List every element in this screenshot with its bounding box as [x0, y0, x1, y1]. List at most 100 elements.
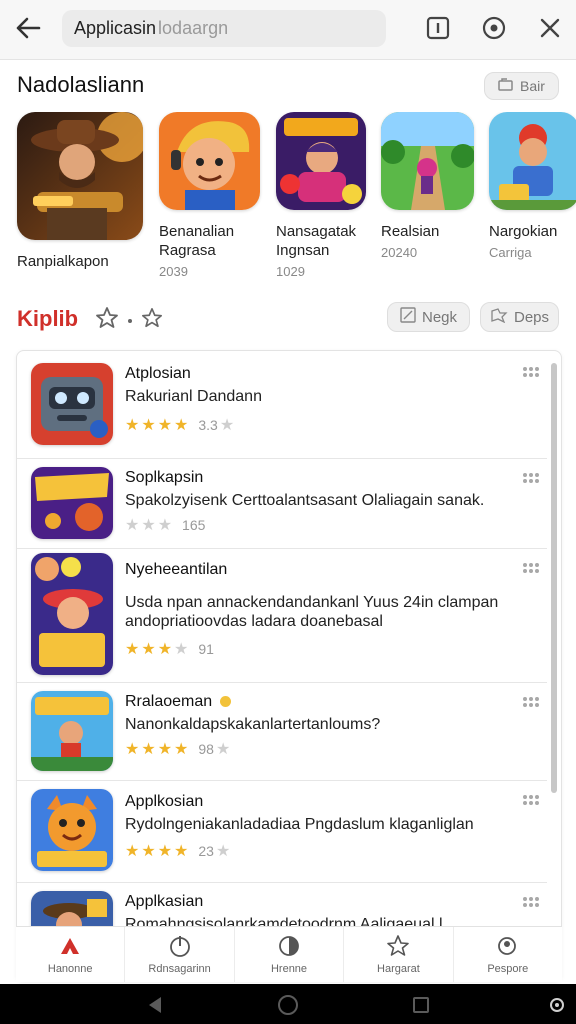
app-rating: ★ ★ ★ ★ 23 ★: [125, 841, 230, 861]
more-options-icon[interactable]: [523, 795, 543, 809]
star-empty-icon: ★: [215, 741, 231, 758]
play-store-screen: Applicasin lodaargn Nadolasliann Bair Ra…: [0, 0, 576, 1024]
app-title: Rralaoeman: [125, 693, 213, 710]
tab-apps[interactable]: Hrenne: [235, 927, 345, 982]
more-options-icon[interactable]: [523, 473, 543, 487]
featured-app-card[interactable]: Nargokian Carriga: [489, 112, 576, 260]
nav-home-icon[interactable]: [275, 992, 301, 1018]
search-input[interactable]: Applicasin lodaargn: [62, 10, 386, 47]
tab-label: Hargarat: [377, 963, 420, 975]
tab-games[interactable]: Rdnsagarinn: [125, 927, 235, 982]
star-filled-icon: ★: [125, 417, 140, 434]
filter-button-negk[interactable]: Negk: [387, 302, 470, 332]
rating-value: 3.3: [198, 417, 218, 433]
android-navigation-bar: [0, 984, 576, 1024]
app-rating: ★ ★ ★ ★ 91: [125, 639, 214, 659]
app-rating: ★ ★ ★ 165: [125, 515, 205, 535]
close-icon[interactable]: [530, 10, 570, 46]
hero-boy-icon: [159, 112, 260, 210]
arcade-hero-icon: [31, 691, 113, 771]
list-item[interactable]: Rralaoeman Nanonkaldapskakanlartertanlou…: [17, 683, 547, 781]
star-empty-icon: ★: [174, 641, 189, 658]
app-title: Applkasian: [125, 893, 204, 910]
star-filled-icon: ★: [157, 843, 173, 860]
stop-circle-icon[interactable]: [474, 10, 514, 46]
featured-app-card[interactable]: Benanalian Ragrasa 2039: [159, 112, 260, 279]
runner-game-icon: [381, 112, 474, 210]
info-square-icon[interactable]: [418, 10, 458, 46]
robot-face-icon: [31, 363, 113, 445]
featured-app-meta: 20240: [381, 245, 418, 260]
star-filled-icon: ★: [125, 641, 140, 658]
featured-carousel: Ranpialkapon Benanalian Ragrasa 2039 Nan…: [0, 112, 576, 282]
star-empty-icon: ★: [125, 517, 140, 534]
featured-app-name: Nargokian: [489, 223, 558, 240]
star-outline-icon[interactable]: [140, 307, 164, 334]
more-options-icon[interactable]: [523, 897, 543, 911]
verified-badge-icon: [220, 696, 231, 707]
rating-value: 23: [198, 843, 214, 859]
star-filled-icon: ★: [141, 843, 156, 860]
edit-square-icon: [400, 307, 416, 327]
featured-app-meta: Carriga: [489, 245, 532, 260]
featured-more-button[interactable]: Bair: [484, 72, 559, 100]
more-options-icon[interactable]: [523, 697, 543, 711]
featured-app-name: Nansagatak Ingnsan: [276, 223, 357, 259]
list-item[interactable]: Soplkapsin Spakolzyisenk Certtoalantsasa…: [17, 459, 547, 549]
separator-dot: [128, 318, 132, 323]
search-query: Applicasin: [74, 18, 157, 38]
star-filled-icon: ★: [125, 843, 140, 860]
app-description: Rydolngeniakanladadiaa Pngdaslum klaganl…: [125, 816, 474, 833]
more-options-icon[interactable]: [523, 563, 543, 577]
list-scrollbar[interactable]: [551, 363, 557, 793]
featured-app-card[interactable]: Nansagatak Ingnsan 1029: [276, 112, 366, 279]
app-description: Usda npan annackendandankanl Yuus 24in c…: [125, 594, 499, 630]
featured-section-title: Nadolasliann: [17, 72, 145, 97]
featured-app-card[interactable]: Realsian 20240: [381, 112, 474, 260]
featured-app-meta: 2039: [159, 264, 188, 279]
tab-label: Pespore: [487, 963, 529, 975]
tab-label: Hanonne: [47, 963, 93, 975]
list-item[interactable]: Atplosian Rakurianl Dandann ★ ★ ★ ★ 3.3 …: [17, 351, 547, 459]
app-description: Spakolzyisenk Certtoalantsasant Olaliaga…: [125, 492, 485, 509]
featured-app-meta: 1029: [276, 264, 305, 279]
filter-button-deps[interactable]: Deps: [480, 302, 559, 332]
nav-recents-icon[interactable]: [408, 992, 434, 1018]
nav-assist-icon[interactable]: [544, 992, 570, 1018]
list-section-title: Kiplib: [17, 306, 79, 331]
star-filled-icon: ★: [174, 843, 189, 860]
filter-label: Deps: [513, 308, 550, 326]
tab-label: Rdnsagarinn: [148, 963, 211, 975]
home-tab-icon: [57, 934, 83, 961]
tab-home[interactable]: Hanonne: [16, 927, 126, 982]
list-item[interactable]: Applkosian Rydolngeniakanladadiaa Pngdas…: [17, 781, 547, 883]
nav-back-icon[interactable]: [142, 992, 168, 1018]
app-title: Applkosian: [125, 793, 204, 810]
app-description: Rakurianl Dandann: [125, 388, 262, 405]
rating-value: 165: [182, 517, 206, 533]
tab-profile[interactable]: Pespore: [454, 927, 562, 982]
list-item[interactable]: Nyeheeantilan Usda npan annackendandanka…: [17, 549, 547, 683]
star-tag-icon: [490, 307, 508, 327]
star-filled-icon: ★: [174, 417, 189, 434]
star-filled-icon: ★: [157, 417, 173, 434]
bottom-tab-bar: Hanonne Rdnsagarinn Hrenne Hargarat Pesp…: [16, 926, 562, 982]
star-outline-icon[interactable]: [94, 306, 120, 335]
cat-mascot-icon: [31, 789, 113, 871]
brawler-game-icon: [489, 112, 576, 210]
cowboy-gunner-icon: [17, 112, 143, 240]
more-options-icon[interactable]: [523, 367, 543, 381]
filter-label: Negk: [421, 308, 458, 326]
featured-app-card[interactable]: Ranpialkapon: [17, 112, 143, 271]
star-empty-icon: ★: [215, 843, 231, 860]
arcade-fighter-icon: [276, 112, 366, 210]
games-tab-icon: [168, 934, 192, 961]
tab-offers[interactable]: Hargarat: [344, 927, 454, 982]
star-filled-icon: ★: [157, 741, 173, 758]
cowgirl-game-icon: [31, 553, 113, 675]
app-title: Nyeheeantilan: [125, 561, 228, 578]
back-arrow-icon[interactable]: [8, 10, 48, 46]
section-title-icons: [94, 306, 164, 335]
tab-label: Hrenne: [270, 963, 308, 975]
star-filled-icon: ★: [141, 417, 156, 434]
